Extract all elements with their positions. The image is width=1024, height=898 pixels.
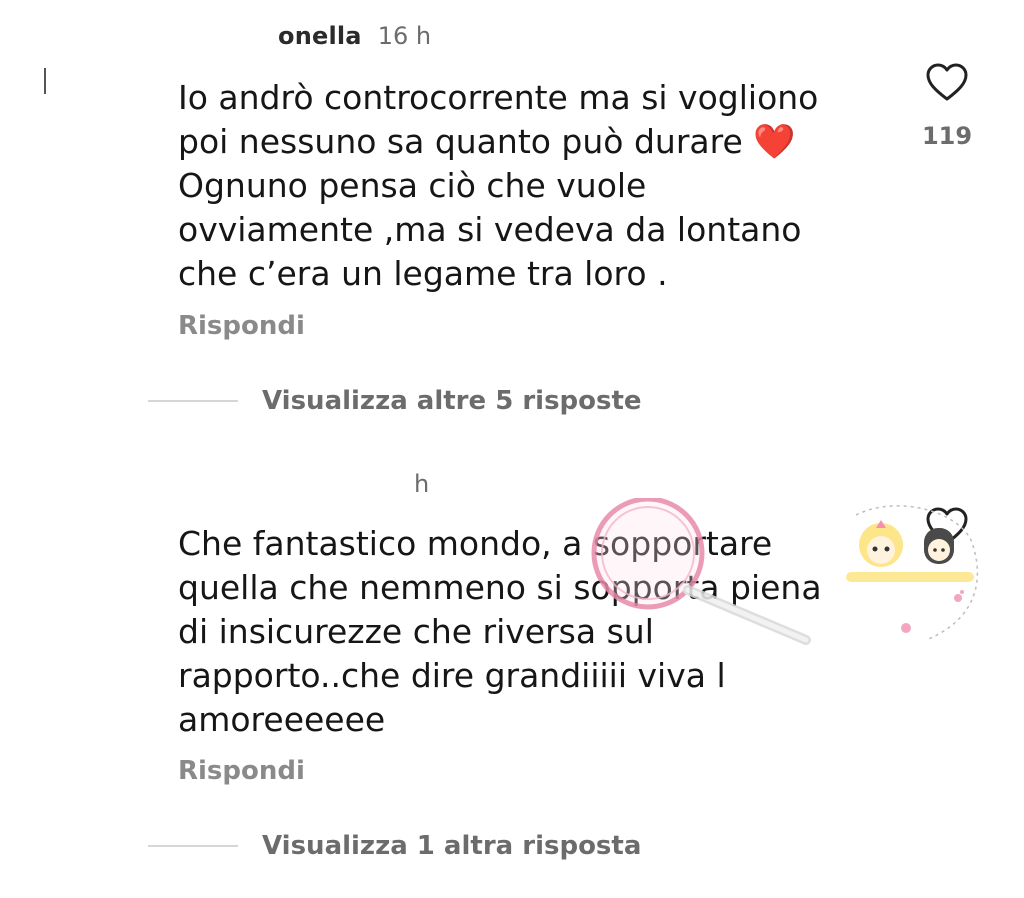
comment-2-line-1: Che fantastico mondo, a sopportare — [178, 524, 773, 563]
heart-outline-icon — [926, 63, 968, 101]
comment-1-line-3: Ognuno pensa ciò che vuole — [178, 166, 647, 205]
comment-1-line-1: Io andrò controcorrente ma si vogliono — [178, 78, 819, 117]
comment-1-line-2-text: poi nessuno sa quanto può durare — [178, 122, 743, 161]
comment-2-line-2: quella che nemmeno si sopporta piena — [178, 568, 822, 607]
comment-2-view-replies-label: Visualizza 1 altra risposta — [262, 831, 642, 861]
comment-2-like-button[interactable] — [925, 506, 969, 546]
red-heart-emoji-icon: ❤️ — [753, 122, 796, 162]
comment-2-timestamp: h — [414, 470, 430, 498]
comment-1-line-4: ovviamente ,ma si vedeva da lontano — [178, 210, 802, 249]
comment-1-header: onella 16 h — [178, 22, 431, 50]
comment-2-line-5: amoreeeeee — [178, 700, 386, 739]
comment-1-like-button[interactable] — [925, 62, 969, 102]
comment-1-line-2: poi nessuno sa quanto può durare ❤️ — [178, 120, 878, 164]
redacted-area — [178, 26, 278, 50]
comment-1-reply-button[interactable]: Rispondi — [178, 311, 305, 341]
comment-1-username[interactable]: onella — [178, 22, 362, 50]
comment-2-text: Che fantastico mondo, a sopportare quell… — [178, 522, 878, 742]
comment-1-line-5: che c’era un legame tra loro . — [178, 254, 668, 293]
comment-2-header: h — [178, 470, 429, 498]
comment-2-reply-button[interactable]: Rispondi — [178, 756, 305, 786]
redacted-area — [178, 474, 398, 498]
comment-1-view-replies[interactable]: Visualizza altre 5 risposte — [148, 386, 642, 416]
view-replies-divider — [148, 845, 238, 847]
view-replies-divider — [148, 400, 238, 402]
comment-1-like-count: 119 — [921, 122, 973, 150]
comment-2-username[interactable] — [178, 470, 398, 498]
comment-2-line-3: di insicurezze che riversa sul — [178, 612, 654, 651]
comment-2-line-4: rapporto..che dire grandiiiii viva l — [178, 656, 726, 695]
comment-1-view-replies-label: Visualizza altre 5 risposte — [262, 386, 642, 416]
heart-outline-icon — [926, 507, 968, 545]
comment-2-view-replies[interactable]: Visualizza 1 altra risposta — [148, 831, 641, 861]
comment-1-timestamp: 16 h — [377, 22, 432, 50]
comment-1-text: Io andrò controcorrente ma si vogliono p… — [178, 76, 878, 296]
comment-1-username-text: onella — [278, 22, 362, 50]
left-edge-mark — [44, 68, 46, 94]
